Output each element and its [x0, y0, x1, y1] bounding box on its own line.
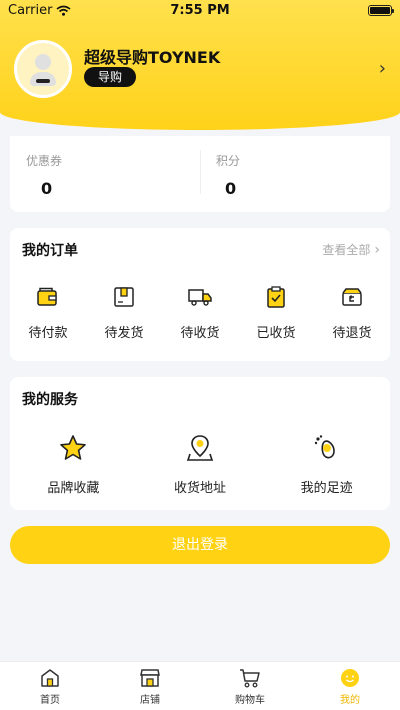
- brand-favorites-label: 品牌收藏: [47, 481, 100, 496]
- avatar[interactable]: [14, 40, 72, 98]
- tab-cart[interactable]: 购物车: [200, 662, 300, 710]
- my-footprints-label: 我的足迹: [300, 481, 353, 496]
- tab-home[interactable]: 首页: [0, 662, 100, 710]
- order-pending-payment[interactable]: 待付款: [10, 286, 86, 341]
- battery-icon: [368, 5, 394, 16]
- star-icon: [60, 435, 87, 460]
- points-stat[interactable]: 积分 0: [216, 152, 240, 198]
- stats-divider: [200, 150, 201, 194]
- coupon-stat[interactable]: 优惠券 0: [26, 152, 62, 198]
- status-bar: Carrier 7:55 PM: [0, 0, 400, 22]
- return-box-icon: [342, 288, 362, 306]
- user-name: 超级导购TOYNEK: [84, 48, 221, 67]
- chevron-right-icon[interactable]: ›: [379, 58, 386, 79]
- my-footprints[interactable]: 我的足迹: [263, 433, 390, 496]
- view-all-label: 查看全部: [322, 243, 371, 257]
- tab-mine-label: 我的: [340, 695, 360, 706]
- order-pending-return[interactable]: 待退货: [314, 286, 390, 341]
- view-all-orders-link[interactable]: 查看全部 ›: [322, 241, 380, 258]
- cart-icon: [240, 669, 260, 688]
- orders-card: 我的订单 查看全部 › 待付款 待发货 待收货 已收货 待退货: [10, 228, 390, 361]
- status-time: 7:55 PM: [170, 3, 230, 18]
- stats-card: 优惠券 0 积分 0: [10, 136, 390, 212]
- wallet-icon: [37, 287, 57, 306]
- order-received[interactable]: 已收货: [238, 286, 314, 341]
- tab-cart-label: 购物车: [235, 695, 265, 706]
- services-row: 品牌收藏 收货地址 我的足迹: [10, 433, 390, 496]
- orders-title: 我的订单: [22, 243, 78, 259]
- truck-icon: [188, 289, 212, 306]
- tab-store-label: 店铺: [140, 695, 160, 706]
- package-icon: [114, 287, 134, 307]
- order-pending-receipt[interactable]: 待收货: [162, 286, 238, 341]
- order-pending-payment-label: 待付款: [28, 326, 68, 341]
- smiley-icon: [341, 669, 359, 687]
- tab-home-label: 首页: [40, 695, 60, 706]
- shipping-address[interactable]: 收货地址: [137, 433, 264, 496]
- profile-header[interactable]: 超级导购TOYNEK 导购 ›: [14, 40, 390, 100]
- order-pending-shipment-label: 待发货: [104, 326, 144, 341]
- order-status-row: 待付款 待发货 待收货 已收货 待退货: [10, 286, 390, 341]
- coupon-value: 0: [41, 179, 53, 198]
- tab-mine[interactable]: 我的: [300, 662, 400, 710]
- services-title: 我的服务: [22, 392, 78, 408]
- coupon-label: 优惠券: [26, 154, 63, 168]
- brand-favorites[interactable]: 品牌收藏: [10, 433, 137, 496]
- order-received-label: 已收货: [256, 326, 296, 341]
- clipboard-check-icon: [267, 286, 285, 308]
- shipping-address-label: 收货地址: [174, 481, 227, 496]
- location-pin-icon: [186, 435, 214, 461]
- tab-bar: 首页 店铺 购物车 我的: [0, 661, 400, 710]
- services-card: 我的服务 品牌收藏 收货地址 我的足迹: [10, 377, 390, 510]
- points-value: 0: [225, 179, 237, 198]
- role-badge: 导购: [84, 67, 137, 87]
- home-icon: [41, 669, 59, 687]
- store-icon: [140, 669, 160, 687]
- footprint-icon: [314, 435, 335, 459]
- logout-button[interactable]: 退出登录: [10, 526, 390, 564]
- chevron-right-icon: ›: [374, 241, 380, 258]
- order-pending-receipt-label: 待收货: [180, 326, 220, 341]
- points-label: 积分: [216, 154, 241, 168]
- order-pending-shipment[interactable]: 待发货: [86, 286, 162, 341]
- tab-store[interactable]: 店铺: [100, 662, 200, 710]
- order-pending-return-label: 待退货: [332, 326, 372, 341]
